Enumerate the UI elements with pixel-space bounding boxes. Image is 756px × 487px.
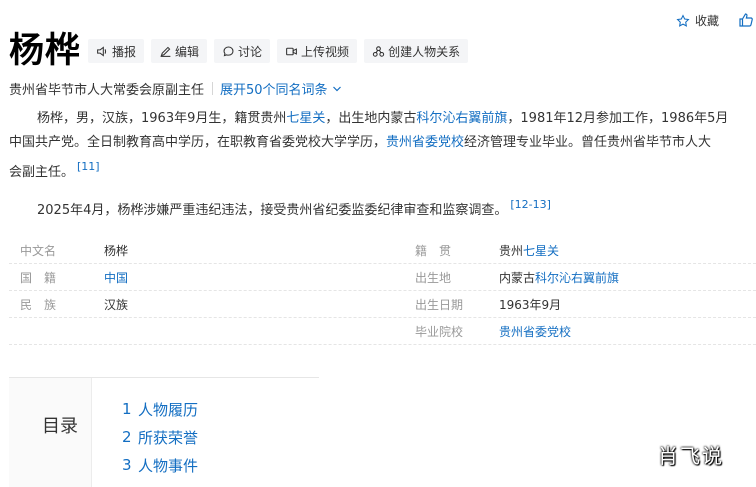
qixingguan-info-link[interactable]: 七星关 (523, 244, 559, 258)
summary-text: 经济管理专业毕业。曾任贵州省毕节市人大 (464, 135, 712, 150)
info-value: 贵州省委党校 (499, 323, 571, 340)
edit-button[interactable]: 编辑 (151, 39, 208, 63)
toc-label: 所获荣誉 (138, 428, 199, 447)
video-icon (286, 47, 297, 55)
subtitle-text: 贵州省毕节市人大常委会原副主任 (9, 83, 205, 98)
summary-text: ，1981年12月参加工作，1986年5月 (507, 111, 729, 126)
info-label: 出生日期 (415, 297, 464, 312)
info-value: 中国 (104, 269, 404, 286)
relation-icon (372, 45, 385, 57)
party-school-info-link[interactable]: 贵州省委党校 (499, 325, 571, 339)
like-button[interactable] (738, 12, 754, 32)
summary-paragraph-2: 2025年4月，杨桦涉嫌严重违纪违法，接受贵州省纪委监委纪律审查和监察调查。 [1… (9, 193, 756, 223)
discuss-button[interactable]: 讨论 (214, 39, 271, 63)
info-value: 1963年9月 (499, 297, 562, 312)
create-relation-label: 创建人物关系 (388, 44, 461, 59)
info-label: 毕业院校 (415, 324, 464, 339)
toc-number: 1 (122, 400, 132, 418)
upload-video-label: 上传视频 (301, 44, 350, 59)
action-bar: 播报 编辑 讨论 上传视频 创建人物关系 (88, 39, 469, 63)
info-row: 毕业院校 贵州省委党校 (9, 318, 756, 345)
reference-link[interactable]: [12-13] (510, 198, 551, 211)
collect-label: 收藏 (695, 14, 720, 28)
watermark: 肖飞说 (658, 444, 724, 468)
toc-item-events[interactable]: 3 人物事件 (122, 451, 198, 479)
expand-namesakes-label: 展开50个同名词条 (220, 83, 328, 98)
summary-text: 会副主任。 (9, 165, 75, 180)
toc-number: 2 (122, 428, 132, 446)
keerqin-link[interactable]: 科尔沁右翼前旗 (416, 111, 507, 126)
speaker-icon (97, 45, 107, 57)
info-value: 内蒙古科尔沁右翼前旗 (499, 269, 619, 286)
info-label: 出生地 (415, 270, 452, 285)
summary-paragraph-1: 杨桦，男，汉族，1963年9月生，籍贯贵州七星关，出生地内蒙古科尔沁右翼前旗，1… (9, 107, 756, 185)
discuss-label: 讨论 (238, 44, 263, 59)
party-school-link[interactable]: 贵州省委党校 (386, 135, 464, 150)
broadcast-button[interactable]: 播报 (88, 39, 145, 63)
toc-label: 人物事件 (138, 456, 199, 475)
info-row: 中文名 杨桦 籍 贯 贵州七星关 (9, 237, 756, 264)
summary-text: 中国共产党。全日制教育高中学历，在职教育省委党校大学学历， (9, 135, 387, 150)
china-link[interactable]: 中国 (104, 271, 128, 285)
toc-sidebar: 目录 (9, 378, 92, 487)
thumbs-up-icon (739, 13, 753, 27)
toc-item-honors[interactable]: 2 所获荣誉 (122, 423, 198, 451)
toc-number: 3 (122, 456, 132, 474)
entry-subtitle: 贵州省毕节市人大常委会原副主任 展开50个同名词条 (9, 79, 342, 98)
info-value-prefix: 贵州 (499, 243, 524, 258)
qixingguan-link[interactable]: 七星关 (286, 111, 325, 126)
summary-text: ，出生地内蒙古 (325, 111, 417, 126)
reference-link[interactable]: [11] (77, 160, 100, 173)
toc-label: 人物履历 (138, 400, 199, 419)
collect-button[interactable]: 收藏 (676, 12, 719, 29)
toc-title: 目录 (42, 416, 78, 437)
summary-text: 杨桦，男，汉族，1963年9月生，籍贯贵州 (37, 111, 287, 126)
toc-list: 1 人物履历 2 所获荣誉 3 人物事件 (122, 395, 198, 479)
summary-line-3: 会副主任。 [11] (9, 155, 756, 185)
info-value: 贵州七星关 (499, 242, 559, 259)
info-row: 民 族 汉族 出生日期 1963年9月 (9, 291, 756, 318)
pencil-icon (160, 46, 171, 57)
keerqin-info-link[interactable]: 科尔沁右翼前旗 (535, 271, 619, 285)
info-label: 民 族 (20, 297, 57, 312)
toc-item-career[interactable]: 1 人物履历 (122, 395, 198, 423)
info-label: 国 籍 (20, 270, 57, 285)
upload-video-button[interactable]: 上传视频 (277, 39, 358, 63)
page-title: 杨桦 (9, 31, 82, 71)
summary-text: 2025年4月，杨桦涉嫌严重违纪违法，接受贵州省纪委监委纪律审查和监察调查。 (37, 203, 508, 218)
info-row: 国 籍 中国 出生地 内蒙古科尔沁右翼前旗 (9, 264, 756, 291)
table-of-contents: 目录 1 人物履历 2 所获荣誉 3 人物事件 (9, 377, 319, 487)
info-label: 籍 贯 (415, 243, 452, 258)
subtitle-divider (212, 82, 214, 95)
create-relation-button[interactable]: 创建人物关系 (364, 39, 469, 63)
info-label: 中文名 (20, 243, 57, 258)
expand-namesakes-link[interactable]: 展开50个同名词条 (220, 79, 342, 98)
broadcast-label: 播报 (112, 44, 137, 59)
summary-line-1: 杨桦，男，汉族，1963年9月生，籍贯贵州七星关，出生地内蒙古科尔沁右翼前旗，1… (9, 107, 756, 131)
chevron-down-icon (332, 86, 341, 91)
summary-line-2: 中国共产党。全日制教育高中学历，在职教育省委党校大学学历，贵州省委党校经济管理专… (9, 131, 756, 155)
info-value: 杨桦 (104, 243, 129, 258)
edit-label: 编辑 (175, 44, 200, 59)
info-value: 汉族 (104, 297, 129, 312)
chat-icon (223, 46, 234, 56)
star-icon (676, 13, 690, 27)
basic-info-table: 中文名 杨桦 籍 贯 贵州七星关 国 籍 中国 出生地 内蒙古科尔沁右翼前旗 民… (9, 237, 756, 345)
info-value-prefix: 内蒙古 (499, 270, 536, 285)
